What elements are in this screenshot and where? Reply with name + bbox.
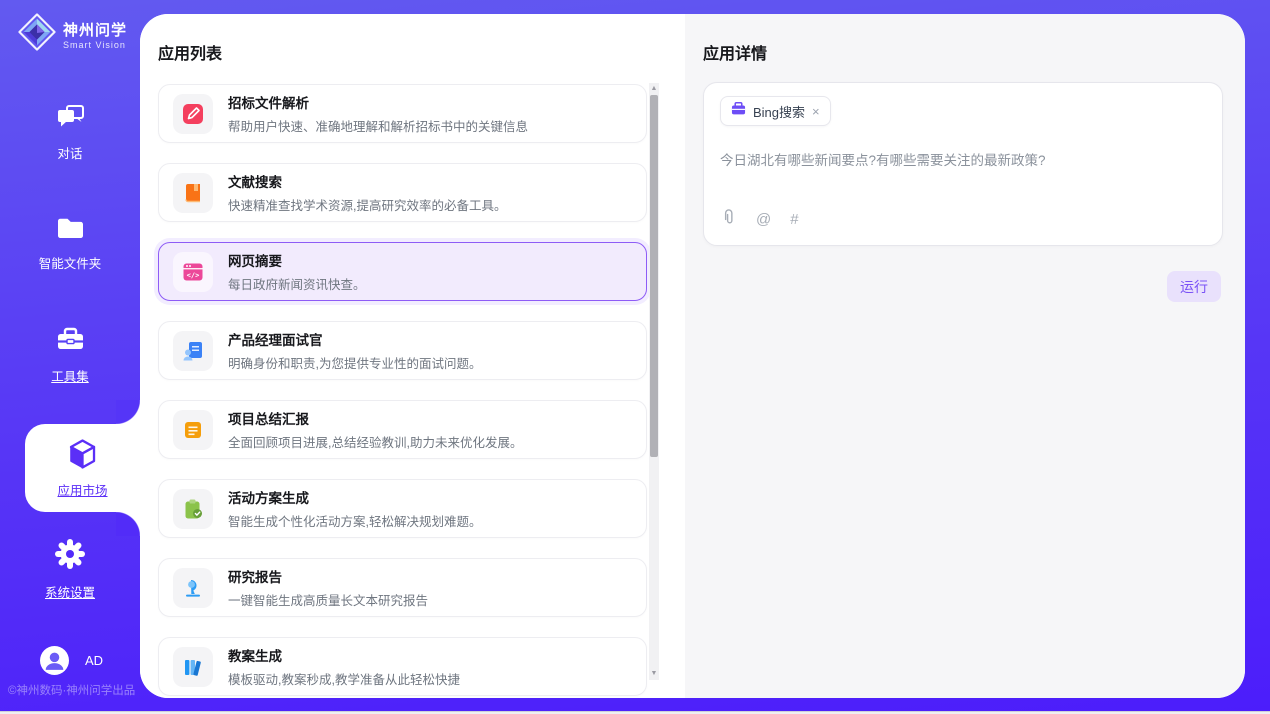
app-card-description: 模板驱动,教案秒成,教学准备从此轻松快捷 [228,669,460,688]
prompt-input-card[interactable]: Bing搜索 × 今日湖北有哪些新闻要点?有哪些需要关注的最新政策? @ # [703,82,1223,246]
sidebar-item-tools[interactable]: 工具集 [0,326,140,385]
edit-square-icon [173,94,213,134]
app-card-description: 明确身份和职责,为您提供专业性的面试问题。 [228,353,481,372]
scroll-up-icon[interactable]: ▲ [649,84,659,94]
scrollbar-thumb[interactable] [650,95,658,457]
app-card[interactable]: </> 网页摘要 每日政府新闻资讯快查。 [158,242,647,301]
app-card-title: 文献搜索 [228,171,506,191]
app-card-description: 每日政府新闻资讯快查。 [228,274,366,293]
user-name: AD [85,653,103,668]
app-card[interactable]: 项目总结汇报 全面回顾项目进展,总结经验教训,助力未来优化发展。 [158,400,647,459]
app-card-title: 产品经理面试官 [228,329,481,349]
app-card-list: 招标文件解析 帮助用户快速、准确地理解和解析招标书中的关键信息 文献搜索 快速精… [158,84,647,698]
hash-icon[interactable]: # [790,211,798,228]
sidebar-item-settings[interactable]: 系统设置 [0,538,140,601]
report-note-icon [173,410,213,450]
app-card[interactable]: 研究报告 一键智能生成高质量长文本研究报告 [158,558,647,617]
at-icon[interactable]: @ [756,211,771,228]
run-button[interactable]: 运行 [1167,271,1221,302]
svg-text:</>: </> [187,271,200,279]
main-surface: 应用列表 招标文件解析 帮助用户快速、准确地理解和解析招标书中的关键信息 文献搜… [140,14,1245,698]
sidebar-item-market[interactable]: 应用市场 [25,424,140,512]
app-card-description: 一键智能生成高质量长文本研究报告 [228,590,428,609]
folder-icon [55,216,86,246]
query-input[interactable]: 今日湖北有哪些新闻要点?有哪些需要关注的最新政策? [720,151,1200,171]
user-avatar-icon [40,646,69,675]
app-card-description: 快速精准查找学术资源,提高研究效率的必备工具。 [228,195,506,214]
app-card[interactable]: 产品经理面试官 明确身份和职责,为您提供专业性的面试问题。 [158,321,647,380]
app-card[interactable]: 招标文件解析 帮助用户快速、准确地理解和解析招标书中的关键信息 [158,84,647,143]
scroll-down-icon[interactable]: ▼ [649,669,659,679]
app-card[interactable]: 活动方案生成 智能生成个性化活动方案,轻松解决规划难题。 [158,479,647,538]
book-icon [173,173,213,213]
attachment-toolbar: @ # [720,208,799,231]
close-icon[interactable]: × [812,105,820,118]
app-card-title: 网页摘要 [228,250,366,270]
tool-chip-bing-search[interactable]: Bing搜索 × [720,96,831,126]
brand-subtitle: Smart Vision [63,40,127,50]
interview-doc-icon [173,331,213,371]
paperclip-icon[interactable] [720,208,737,231]
books-icon [173,647,213,687]
app-card-title: 教案生成 [228,645,460,665]
app-card-description: 帮助用户快速、准确地理解和解析招标书中的关键信息 [228,116,528,135]
gear-icon [54,538,86,575]
app-list-panel: 应用列表 招标文件解析 帮助用户快速、准确地理解和解析招标书中的关键信息 文献搜… [140,14,685,698]
app-card-description: 全面回顾项目进展,总结经验教训,助力未来优化发展。 [228,432,522,451]
cube-icon [67,438,98,475]
app-detail-title: 应用详情 [703,40,767,64]
sidebar-item-chat[interactable]: 对话 [0,104,140,162]
briefcase-icon [731,101,746,121]
tool-chip-label: Bing搜索 [753,102,805,121]
sidebar: 神州问学 Smart Vision 对话 智能文件夹 工具集 应用市场 系统设置… [0,0,140,711]
app-background: 神州问学 Smart Vision 对话 智能文件夹 工具集 应用市场 系统设置… [0,0,1270,711]
app-card-title: 招标文件解析 [228,92,528,112]
app-detail-panel: 应用详情 Bing搜索 × 今日湖北有哪些新闻要点?有哪些需要关注的最新政策? [685,14,1245,698]
sidebar-item-folder[interactable]: 智能文件夹 [0,216,140,272]
copyright-text: ©神州数码·神州问学出品 [8,682,135,698]
app-card[interactable]: 文献搜索 快速精准查找学术资源,提高研究效率的必备工具。 [158,163,647,222]
brand-name: 神州问学 [63,19,127,40]
diamond-logo-icon [18,13,56,56]
app-card-title: 活动方案生成 [228,487,481,507]
toolbox-icon [55,326,86,359]
app-card-description: 智能生成个性化活动方案,轻松解决规划难题。 [228,511,481,530]
chat-icon [55,104,86,136]
app-list-title: 应用列表 [158,40,222,64]
app-list-scrollbar[interactable]: ▲ ▼ [649,83,659,680]
clipboard-check-icon [173,489,213,529]
brand-logo: 神州问学 Smart Vision [18,13,127,56]
research-icon [173,568,213,608]
browser-code-icon: </> [173,252,213,292]
app-card-title: 项目总结汇报 [228,408,522,428]
app-card-title: 研究报告 [228,566,428,586]
user-account[interactable]: AD [40,646,103,675]
app-card[interactable]: 教案生成 模板驱动,教案秒成,教学准备从此轻松快捷 [158,637,647,696]
